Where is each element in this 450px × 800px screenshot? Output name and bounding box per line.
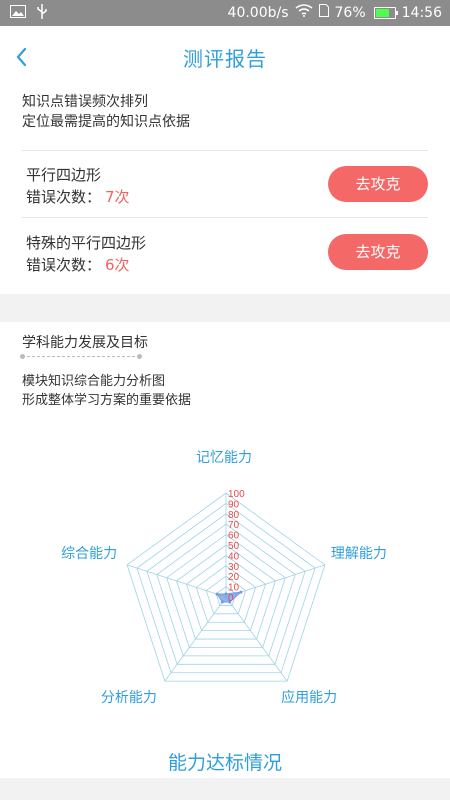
ability-status-title[interactable]: 能力达标情况 <box>0 748 450 775</box>
ability-card: 学科能力发展及目标 模块知识综合能力分析图 形成整体学习方案的重要依据 0 10 2… <box>0 322 450 778</box>
radar-data-point <box>239 590 243 594</box>
divider <box>22 150 428 151</box>
knowledge-point-name: 特殊的平行四边形 <box>26 234 147 252</box>
radar-tick-label: 60 <box>228 531 240 542</box>
radar-tick-label: 20 <box>228 572 240 583</box>
battery-percent: 76% <box>334 4 366 21</box>
sim-icon <box>318 4 329 21</box>
radar-tick-label: 50 <box>228 541 240 552</box>
error-frequency-card: 知识点错误频次排列 定位最需提高的知识点依据 平行四边形 错误次数： 7次 去攻克… <box>0 88 450 294</box>
radar-data-point <box>215 592 219 596</box>
radar-tick-label: 40 <box>228 551 240 562</box>
radar-tick-label: 70 <box>228 520 240 531</box>
error-count-value: 6次 <box>105 256 130 274</box>
radar-tick-label: 0 <box>228 593 234 604</box>
radar-axis-label: 理解能力 <box>330 545 387 562</box>
list-item: 平行四边形 错误次数： 7次 去攻克 <box>26 164 428 224</box>
error-count-row: 错误次数： 6次 <box>26 254 130 275</box>
error-count-label: 错误次数： <box>26 256 102 274</box>
underline-dot <box>20 354 25 359</box>
image-icon <box>10 5 26 22</box>
description-line: 模块知识综合能力分析图 <box>22 374 166 389</box>
battery-icon <box>373 6 398 19</box>
status-bar: 40.00b/s 76% 14:56 <box>0 0 450 26</box>
header-bar: 测评报告 <box>0 26 450 88</box>
knowledge-point-name: 平行四边形 <box>26 166 102 184</box>
divider <box>22 217 428 218</box>
conquer-button[interactable]: 去攻克 <box>328 166 428 202</box>
radar-axis-label: 记忆能力 <box>196 450 252 466</box>
usb-icon <box>36 4 48 23</box>
section-title: 学科能力发展及目标 <box>22 335 148 351</box>
radar-tick-label: 100 <box>228 489 245 500</box>
underline-dot <box>137 354 142 359</box>
error-count-value: 7次 <box>105 188 130 206</box>
radar-chart: 0 10 20 30 40 50 60 70 80 90 100 记忆能力理解能力应用能力 分析能力 综… <box>0 422 450 722</box>
radar-chart-svg: 0102030405060708090100 <box>126 489 326 682</box>
error-count-row: 错误次数： 7次 <box>26 186 130 207</box>
description-line: 形成整体学习方案的重要依据 <box>22 393 192 408</box>
page-title: 测评报告 <box>183 47 267 71</box>
radar-tick-label: 80 <box>228 510 240 521</box>
radar-data-point <box>220 600 224 604</box>
radar-axis-label: 应用能力 <box>281 690 338 707</box>
conquer-button[interactable]: 去攻克 <box>328 234 428 270</box>
radar-tick-label: 30 <box>228 562 240 573</box>
list-item: 特殊的平行四边形 错误次数： 6次 去攻克 <box>26 232 428 292</box>
frequency-heading: 知识点错误频次排列 <box>22 94 148 110</box>
radar-axis-label: 分析能力 <box>100 690 157 707</box>
title-underline <box>22 356 140 357</box>
radar-spoke <box>126 564 227 598</box>
wifi-icon <box>295 4 313 21</box>
radar-tick-label: 10 <box>228 583 240 594</box>
radar-axis-label: 综合能力 <box>61 545 118 562</box>
section-description: 模块知识综合能力分析图 形成整体学习方案的重要依据 <box>22 372 191 410</box>
clock: 14:56 <box>401 4 442 21</box>
network-speed: 40.00b/s <box>227 4 289 21</box>
frequency-subheading: 定位最需提高的知识点依据 <box>22 114 190 130</box>
error-count-label: 错误次数： <box>26 188 102 206</box>
frequency-intro: 知识点错误频次排列 定位最需提高的知识点依据 <box>22 92 190 132</box>
radar-tick-label: 90 <box>228 499 240 510</box>
